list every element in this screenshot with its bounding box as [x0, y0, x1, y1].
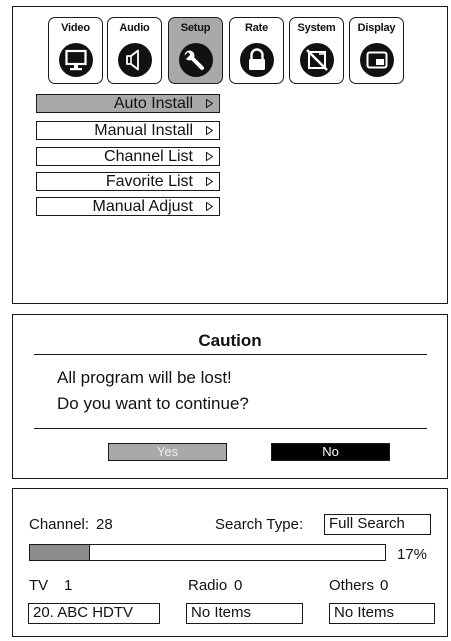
divider	[34, 428, 427, 429]
tab-rate-label: Rate	[244, 22, 269, 34]
tv-count: 1	[64, 577, 73, 594]
tab-display-label: Display	[357, 22, 396, 34]
arrow-right-icon	[206, 126, 213, 135]
search-type-label: Search Type:	[215, 516, 304, 533]
progress-fill	[30, 545, 91, 560]
monitor-icon	[59, 43, 93, 77]
arrow-right-icon	[206, 177, 213, 186]
radio-channel-list-item[interactable]: No Items	[186, 603, 303, 624]
dialog-message-line-2: Do you want to continue?	[57, 394, 249, 413]
tv-channel-list-item[interactable]: 20. ABC HDTV	[28, 603, 160, 624]
menu-item-label: Manual Adjust	[92, 198, 193, 215]
display-icon	[360, 43, 394, 77]
tv-label: TV	[29, 577, 49, 594]
speaker-icon	[118, 43, 152, 77]
wrench-icon	[179, 43, 213, 77]
menu-item-label: Auto Install	[113, 95, 193, 112]
system-icon	[300, 43, 334, 77]
arrow-right-icon	[206, 202, 213, 211]
tab-setup[interactable]: Setup	[168, 17, 223, 84]
others-channel-list-item[interactable]: No Items	[329, 603, 435, 624]
others-label: Others	[329, 577, 375, 594]
tab-video[interactable]: Video	[48, 17, 103, 84]
arrow-right-icon	[206, 152, 213, 161]
lock-icon	[240, 43, 274, 77]
radio-label: Radio	[188, 577, 228, 594]
search-type-select[interactable]: Full Search	[324, 514, 431, 535]
menu-item-label: Manual Install	[94, 122, 193, 139]
tab-audio[interactable]: Audio	[107, 17, 162, 84]
tab-video-label: Video	[61, 22, 90, 34]
menu-item-auto-install[interactable]: Auto Install	[36, 94, 220, 113]
tab-system[interactable]: System	[289, 17, 344, 84]
dialog-title: Caution	[198, 331, 262, 350]
channel-label: Channel:	[29, 516, 90, 533]
search-progress-bar	[29, 544, 386, 561]
tab-display[interactable]: Display	[349, 17, 404, 84]
progress-percent: 17%	[397, 546, 428, 563]
menu-item-label: Channel List	[104, 148, 193, 165]
no-button[interactable]: No	[271, 443, 390, 461]
divider	[34, 354, 427, 355]
yes-button[interactable]: Yes	[108, 443, 227, 461]
menu-item-manual-adjust[interactable]: Manual Adjust	[36, 197, 220, 216]
tab-audio-label: Audio	[119, 22, 150, 34]
radio-count: 0	[234, 577, 243, 594]
menu-item-manual-install[interactable]: Manual Install	[36, 121, 220, 140]
menu-item-favorite-list[interactable]: Favorite List	[36, 172, 220, 191]
others-count: 0	[380, 577, 389, 594]
menu-item-channel-list[interactable]: Channel List	[36, 147, 220, 166]
tab-rate[interactable]: Rate	[229, 17, 284, 84]
tab-setup-label: Setup	[180, 22, 211, 34]
tab-system-label: System	[297, 22, 336, 34]
caution-dialog: Caution All program will be lost! Do you…	[12, 314, 448, 479]
dialog-message-line-1: All program will be lost!	[57, 368, 232, 387]
channel-value: 28	[96, 516, 113, 533]
arrow-right-icon	[206, 99, 213, 108]
menu-item-label: Favorite List	[105, 173, 193, 190]
channel-search-panel: Channel: 28 Search Type: Full Search 17%…	[12, 488, 448, 637]
setup-menu-panel: Video Audio Setup Rate System Display Au…	[12, 6, 448, 304]
